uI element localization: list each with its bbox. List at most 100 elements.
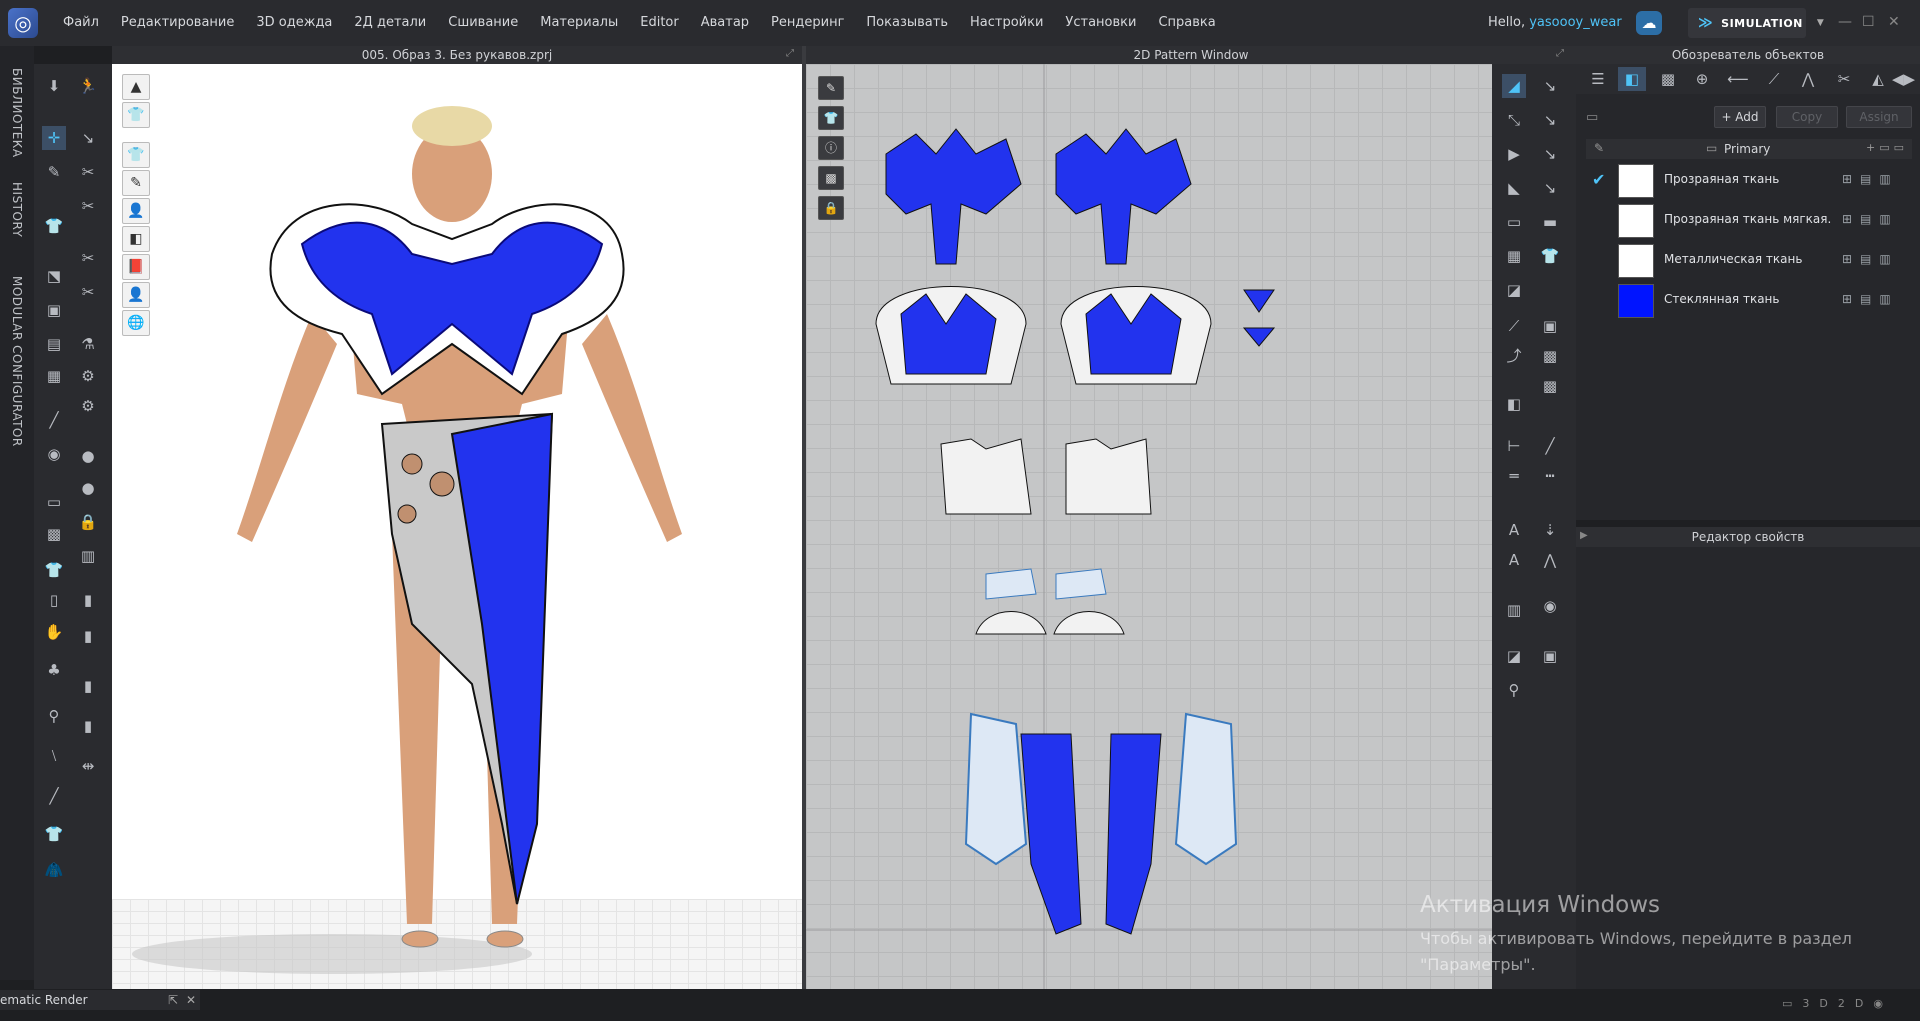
2d-sew-icon[interactable]: ↘ <box>1538 142 1562 166</box>
close-tab-icon[interactable]: ✕ <box>186 990 196 1010</box>
button-tool-icon[interactable]: ● <box>76 444 100 468</box>
collapse-arrow-icon[interactable]: ▶ <box>1580 530 1588 541</box>
fabric-item[interactable]: ✔ Прозраяная ткань ⊞▤▥ <box>1586 162 1916 200</box>
trim-icon[interactable]: ✂ <box>1830 67 1858 91</box>
avatar-display-icon[interactable]: ▲ <box>122 74 150 100</box>
2d-lock-icon[interactable]: 🔒 <box>818 196 844 220</box>
2d-measure-icon[interactable]: ╱ <box>1538 434 1562 458</box>
copy-fabric-button[interactable]: Copy <box>1776 106 1838 128</box>
tack-icon[interactable]: ✂ <box>76 160 100 184</box>
2d-polygon-icon[interactable]: ▶ <box>1502 142 1526 166</box>
edit-colorway-icon[interactable]: ✎ <box>1594 141 1604 155</box>
tab-modular-configurator[interactable]: MODULAR CONFIGURATOR <box>10 276 24 447</box>
2d-text-edit-icon[interactable]: A <box>1502 548 1526 572</box>
zipper-icon[interactable]: ⟵ <box>1724 67 1752 91</box>
2d-check-icon[interactable]: 👕 <box>1538 244 1562 268</box>
graphic-icon[interactable]: ▩ <box>1654 67 1682 91</box>
2d-seg-icon[interactable]: ↘ <box>1538 176 1562 200</box>
2d-arrow-icon[interactable]: ⇣ <box>1538 518 1562 542</box>
skin-icon[interactable]: 👤 <box>122 282 150 308</box>
close-icon[interactable]: ✕ <box>1888 14 1900 30</box>
2d-text-icon[interactable]: A <box>1502 518 1526 542</box>
2d-fold-icon[interactable]: ⤴ <box>1502 344 1526 368</box>
2d-paint-icon[interactable]: ▣ <box>1538 314 1562 338</box>
garment-display-icon[interactable]: 👕 <box>122 102 150 128</box>
2d-free-sew-icon[interactable]: ▬ <box>1538 210 1562 234</box>
top-icon[interactable]: 👕 <box>42 822 66 846</box>
trim-icon[interactable]: ⚗ <box>76 332 100 356</box>
pull-icon[interactable]: ✋ <box>42 620 66 644</box>
2d-pattern-fill-icon[interactable]: ▩ <box>1538 344 1562 368</box>
topstitch-icon[interactable]: ⟋ <box>1760 67 1788 91</box>
button-icon[interactable]: ⊕ <box>1688 67 1716 91</box>
colorway-actions-icon[interactable]: +▭▭ <box>1866 141 1908 154</box>
menu-3d-garment[interactable]: 3D одежда <box>245 0 343 46</box>
camera-icon[interactable]: ◉ <box>42 442 66 466</box>
2d-select-icon[interactable]: ✎ <box>818 76 844 100</box>
2d-gift-icon[interactable]: ▣ <box>1538 644 1562 668</box>
menu-display[interactable]: Показывать <box>855 0 959 46</box>
brush-icon[interactable]: ╱ <box>42 408 66 432</box>
2d-person-icon[interactable]: ⚲ <box>1502 678 1526 702</box>
fabric-swatch[interactable] <box>1618 164 1654 198</box>
2d-internal-icon[interactable]: ▭ <box>1502 210 1526 234</box>
menu-editor[interactable]: Editor <box>629 0 689 46</box>
2d-garment-icon[interactable]: 👕 <box>818 106 844 130</box>
viewport-2d[interactable] <box>806 64 1492 989</box>
zipper-icon[interactable]: ▤ <box>42 332 66 356</box>
hanger-icon[interactable]: ▥ <box>76 544 100 568</box>
2d-zigzag-icon[interactable]: ⋀ <box>1538 548 1562 572</box>
expand-3d-icon[interactable]: ⤢ <box>786 48 794 59</box>
pin-icon[interactable]: ✎ <box>42 160 66 184</box>
block2-icon[interactable]: ▮ <box>76 674 100 698</box>
tab-history[interactable]: HISTORY <box>10 182 24 237</box>
2d-table-icon[interactable]: ▥ <box>1502 598 1526 622</box>
2d-dart-icon[interactable]: ◪ <box>1502 278 1526 302</box>
menu-file[interactable]: Файл <box>52 0 110 46</box>
measure-icon[interactable]: ✂ <box>76 246 100 270</box>
cloud-icon[interactable]: ☁ <box>1636 11 1662 35</box>
menu-edit[interactable]: Редактирование <box>110 0 245 46</box>
2d-curve-icon[interactable]: ↘ <box>1538 108 1562 132</box>
avatar-measure-icon[interactable]: ⚲ <box>42 704 66 728</box>
jacket-icon[interactable]: 🧥 <box>42 858 66 882</box>
lock-icon[interactable]: 🔒 <box>76 510 100 534</box>
menu-materials[interactable]: Материалы <box>529 0 629 46</box>
block3-icon[interactable]: ▮ <box>76 714 100 738</box>
maximize-icon[interactable]: ☐ <box>1862 14 1875 30</box>
list-icon[interactable]: ☰ <box>1584 67 1612 91</box>
garment-icon[interactable]: 👕 <box>42 214 66 238</box>
menu-settings[interactable]: Настройки <box>959 0 1054 46</box>
fill-icon[interactable]: ▣ <box>42 298 66 322</box>
cinematic-render-tab[interactable]: ematic Render ⇱ ✕ <box>0 990 200 1010</box>
view-mode-icons[interactable]: ▭3D2D◉ <box>1782 997 1893 1010</box>
tab-library[interactable]: БИБЛИОТЕКА <box>10 68 24 158</box>
fabric-actions-icon[interactable]: ⊞▤▥ <box>1842 292 1899 306</box>
fabric-item[interactable]: Металлическая ткань ⊞▤▥ <box>1586 242 1916 280</box>
menu-render[interactable]: Рендеринг <box>760 0 855 46</box>
pattern-icon[interactable]: ⚙ <box>76 394 100 418</box>
more-tabs-icon[interactable]: ◀▶ <box>1892 67 1915 91</box>
tape-icon[interactable]: ⧵ <box>42 744 66 768</box>
globe-icon[interactable]: 🌐 <box>122 310 150 336</box>
select-move-icon[interactable]: ⬇ <box>42 74 66 98</box>
fabric-swatch[interactable] <box>1618 204 1654 238</box>
pin-display-icon[interactable]: ✎ <box>122 170 150 196</box>
2d-brush-icon[interactable]: ◪ <box>1502 644 1526 668</box>
fold-icon[interactable]: ↘ <box>76 126 100 150</box>
2d-line-icon[interactable]: ⟋ <box>1502 314 1526 338</box>
add-fabric-button[interactable]: + Add <box>1714 106 1766 128</box>
2d-trace-icon[interactable]: ◧ <box>1502 392 1526 416</box>
fabric-actions-icon[interactable]: ⊞▤▥ <box>1842 252 1899 266</box>
2d-grid-icon[interactable]: ▦ <box>1502 244 1526 268</box>
press-icon[interactable]: ▯ <box>42 588 66 612</box>
strap-icon[interactable]: ✂ <box>76 194 100 218</box>
graphic-icon[interactable]: ⚙ <box>76 364 100 388</box>
menu-avatar[interactable]: Аватар <box>690 0 760 46</box>
fabric-swatch[interactable] <box>1618 284 1654 318</box>
fabric-actions-icon[interactable]: ⊞▤▥ <box>1842 172 1899 186</box>
seam-icon[interactable]: ✂ <box>76 280 100 304</box>
menu-2d-pattern[interactable]: 2Д детали <box>343 0 437 46</box>
pin-icon[interactable]: ⇱ <box>168 990 178 1010</box>
2d-topstitch-icon[interactable]: ┅ <box>1538 464 1562 488</box>
